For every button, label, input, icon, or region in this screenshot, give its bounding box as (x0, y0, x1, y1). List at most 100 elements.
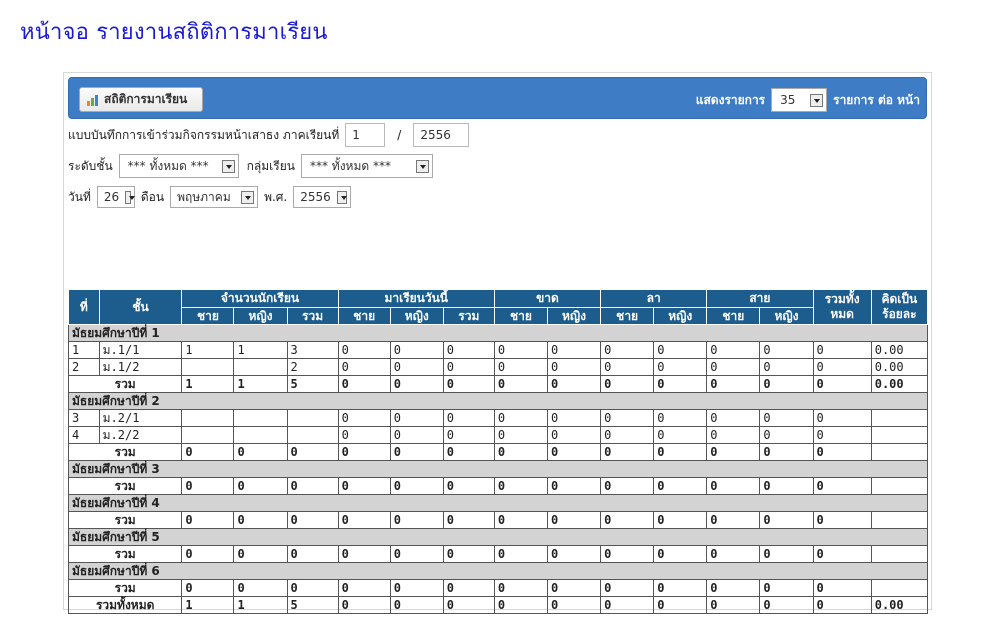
sum-value: 0 (493, 511, 548, 529)
grand-total-row: รวมทั้งหมด 1 1 5 0 0 0 0 0 0 0 0 0 0 0.00 (67, 596, 929, 614)
chevron-down-icon (336, 190, 348, 204)
sum-value: 0 (706, 511, 761, 529)
sub-header-total: รวม (442, 307, 495, 325)
cell-value: 0 (653, 409, 708, 427)
sum-value: 0 (286, 443, 339, 461)
group-row: มัธยมศึกษาปีที่ 4 (68, 494, 928, 512)
sum-label: รวม (67, 579, 183, 597)
cell-value: 0 (493, 358, 548, 376)
cell-value (181, 426, 235, 444)
row-no: 1 (68, 341, 100, 359)
level-select[interactable]: *** ทั้งหมด *** (118, 154, 239, 178)
sum-value (870, 545, 929, 563)
sum-value: 0 (759, 443, 814, 461)
chevron-down-icon (221, 159, 235, 173)
group-name: มัธยมศึกษาปีที่ 5 (68, 528, 928, 546)
grand-total-value: 0 (812, 596, 872, 614)
sum-value (870, 477, 929, 495)
sum-value: 0 (493, 477, 548, 495)
group-label: กลุ่มเรียน (246, 158, 295, 173)
sub-header-female: หญิง (653, 307, 708, 325)
sub-header-female: หญิง (759, 307, 814, 325)
cell-value (233, 409, 288, 427)
sum-value: 0 (389, 477, 444, 495)
slash-separator: / (397, 128, 402, 142)
sum-value: 0 (600, 375, 655, 393)
cell-value: 0 (759, 341, 814, 359)
table-row: 4 ม.2/2 0 0 0 0 0 0 0 0 0 0 (68, 426, 929, 444)
group-name: มัธยมศึกษาปีที่ 6 (68, 562, 928, 580)
cell-value: 0 (600, 341, 655, 359)
cell-value: 0 (546, 358, 602, 376)
sum-value: 0 (233, 477, 288, 495)
cell-value: 0 (442, 358, 495, 376)
col-header-present: มาเรียนวันนี้ (337, 289, 495, 308)
year-input[interactable]: 2556 (413, 123, 470, 147)
sum-value: 0 (337, 375, 391, 393)
cell-value: 0.00 (870, 358, 929, 376)
attendance-table: ที่ ชั้น จำนวนนักเรียน มาเรียนวันนี้ ขาด… (67, 289, 929, 614)
sum-value: 0 (546, 477, 602, 495)
group-name: มัธยมศึกษาปีที่ 4 (68, 494, 928, 512)
group-row: มัธยมศึกษาปีที่ 3 (68, 460, 928, 478)
per-page-select[interactable]: 35 (771, 88, 828, 112)
sub-header-male: ชาย (493, 307, 548, 325)
cell-value: 0 (759, 409, 814, 427)
cell-value: 0 (337, 358, 391, 376)
pagination-controls: แสดงรายการ 35 รายการ ต่อ หน้า (696, 87, 920, 113)
cell-value: 0 (706, 358, 761, 376)
sub-header-male: ชาย (337, 307, 391, 325)
semester-input[interactable]: 1 (345, 123, 386, 147)
sub-header-female: หญิง (546, 307, 602, 325)
grand-total-label: รวมทั้งหมด (67, 596, 183, 614)
sum-value: 1 (233, 375, 288, 393)
sum-value: 0 (546, 579, 602, 597)
grand-total-value: 0 (493, 596, 548, 614)
sum-value: 0 (653, 511, 708, 529)
show-items-label: แสดงรายการ (695, 92, 766, 107)
group-row: มัธยมศึกษาปีที่ 1 (68, 324, 928, 342)
sum-value: 0 (286, 579, 339, 597)
cell-value: 0 (389, 426, 444, 444)
col-header-total-all: รวมทั้ง หมด (812, 289, 872, 325)
cell-value: 0 (812, 426, 872, 444)
sum-value: 0 (181, 545, 235, 563)
sum-label: รวม (67, 545, 183, 563)
cell-value: 2 (286, 358, 339, 376)
sum-label: รวม (67, 443, 183, 461)
cell-value: 0 (337, 341, 391, 359)
col-header-no: ที่ (68, 289, 100, 325)
month-select[interactable]: พฤษภาคม (170, 186, 259, 208)
sum-value (870, 579, 929, 597)
cell-value: 0 (812, 358, 872, 376)
sum-value: 0 (442, 545, 495, 563)
sum-row: รวม 0 0 0 0 0 0 0 0 0 0 0 0 0 (67, 477, 929, 495)
cell-value: 1 (233, 341, 288, 359)
sum-value: 0 (286, 477, 339, 495)
grand-total-value: 0 (389, 596, 444, 614)
attendance-stats-button[interactable]: สถิติการมาเรียน (79, 87, 203, 112)
sum-value: 0 (389, 545, 444, 563)
sum-value (870, 511, 929, 529)
sum-label: รวม (67, 375, 183, 393)
sum-value: 0 (759, 511, 814, 529)
month-label: ดือน (140, 189, 165, 204)
grand-total-value: 1 (181, 596, 235, 614)
group-select[interactable]: *** ทั้งหมด *** (300, 154, 433, 178)
cell-value (286, 409, 339, 427)
sum-value: 0.00 (870, 375, 929, 393)
sum-value: 0 (493, 579, 548, 597)
sum-value: 0 (706, 545, 761, 563)
col-header-late: สาย (706, 289, 814, 308)
group-name: มัธยมศึกษาปีที่ 3 (68, 460, 928, 478)
day-select[interactable]: 26 (96, 186, 135, 208)
cell-value (870, 426, 929, 444)
be-year-select[interactable]: 2556 (293, 186, 352, 208)
sum-value: 0 (337, 545, 391, 563)
group-row: มัธยมศึกษาปีที่ 6 (68, 562, 928, 580)
sum-value: 0 (181, 579, 235, 597)
col-header-absent: ขาด (493, 289, 602, 308)
page-title: หน้าจอ รายงานสถิติการมาเรียน (20, 20, 328, 45)
sum-value: 0 (233, 511, 288, 529)
cell-value: 0.00 (870, 341, 929, 359)
